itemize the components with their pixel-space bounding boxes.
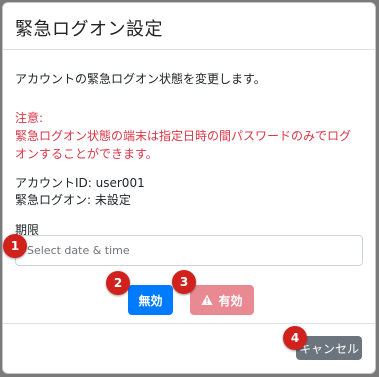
warning-triangle-icon bbox=[201, 294, 214, 305]
emergency-logon-dialog: 緊急ログオン設定 アカウントの緊急ログオン状態を変更します。 注意: 緊急ログオ… bbox=[2, 2, 376, 374]
dialog-header: 緊急ログオン設定 bbox=[3, 3, 375, 50]
cancel-button-label: キャンセル bbox=[298, 341, 359, 356]
step-badge-1: 1 bbox=[3, 234, 27, 258]
notice-heading: 注意: bbox=[15, 111, 44, 125]
enable-button[interactable]: 有効 bbox=[190, 285, 254, 315]
disable-button-label: 無効 bbox=[138, 293, 163, 308]
emergency-status-text: 緊急ログオン: 未設定 bbox=[15, 193, 131, 207]
step-badge-4: 4 bbox=[283, 326, 307, 350]
notice-line-1: 緊急ログオン状態の端末は指定日時の間パスワードのみでログ bbox=[15, 129, 352, 143]
dialog-title: 緊急ログオン設定 bbox=[15, 19, 163, 40]
disable-button[interactable]: 無効 bbox=[128, 285, 173, 315]
notice-line-2: オンすることができます。 bbox=[15, 147, 158, 161]
step-badge-3: 3 bbox=[172, 270, 196, 294]
account-id-text: アカウントID: user001 bbox=[15, 176, 145, 190]
step-badge-2: 2 bbox=[106, 271, 130, 295]
dialog-description: アカウントの緊急ログオン状態を変更します。 bbox=[15, 72, 266, 86]
deadline-datetime-input[interactable]: Select date & time bbox=[15, 235, 363, 266]
enable-button-label: 有効 bbox=[218, 293, 243, 308]
